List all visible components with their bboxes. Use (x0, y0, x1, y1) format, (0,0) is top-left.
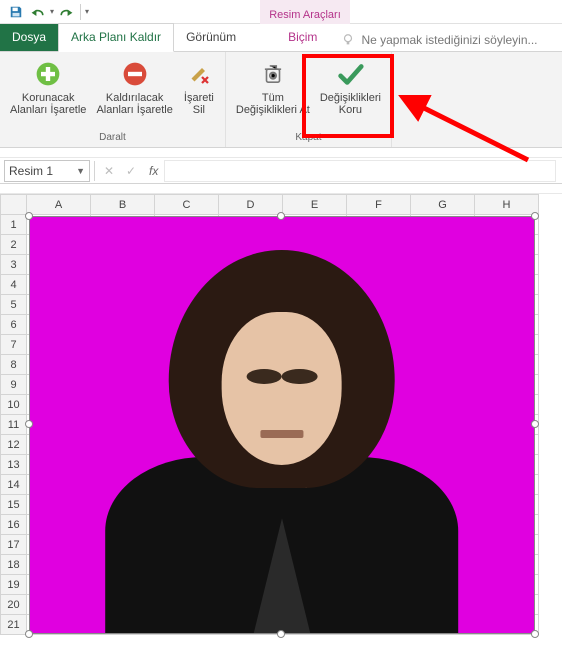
minus-circle-icon (119, 58, 151, 90)
ribbon-group-refine: Korunacak Alanları İşaretle Kaldırılacak… (0, 52, 226, 147)
button-label: Kaldırılacak Alanları İşaretle (96, 92, 172, 116)
row-header[interactable]: 15 (1, 495, 27, 515)
name-box[interactable]: Resim 1 ▼ (4, 160, 90, 182)
name-box-value: Resim 1 (9, 164, 53, 178)
formula-input[interactable] (164, 160, 556, 182)
row-header[interactable]: 8 (1, 355, 27, 375)
fx-icon[interactable]: fx (149, 164, 158, 178)
row-header[interactable]: 11 (1, 415, 27, 435)
select-all-corner[interactable] (1, 195, 27, 215)
row-header[interactable]: 13 (1, 455, 27, 475)
row-header[interactable]: 6 (1, 315, 27, 335)
checkmark-icon (334, 58, 366, 90)
row-header[interactable]: 5 (1, 295, 27, 315)
mark-areas-keep-button[interactable]: Korunacak Alanları İşaretle (6, 56, 90, 118)
formula-controls: ✕ ✓ fx (95, 164, 164, 178)
plus-circle-icon (32, 58, 64, 90)
row-header[interactable]: 17 (1, 535, 27, 555)
quick-access-toolbar: ▾ ▾ Resim Araçları (0, 0, 562, 24)
row-header[interactable]: 18 (1, 555, 27, 575)
resize-handle[interactable] (25, 630, 33, 638)
lightbulb-icon (341, 33, 355, 47)
ribbon-tabstrip: Dosya Arka Planı Kaldır Görünüm Biçim Ne… (0, 24, 562, 52)
resize-handle[interactable] (531, 212, 539, 220)
tab-file[interactable]: Dosya (0, 24, 58, 51)
enter-icon: ✓ (123, 164, 139, 178)
row-header[interactable]: 12 (1, 435, 27, 455)
keep-changes-button[interactable]: Değişiklikleri Koru (316, 56, 385, 118)
resize-handle[interactable] (531, 420, 539, 428)
row-header[interactable]: 1 (1, 215, 27, 235)
spacer (0, 148, 562, 158)
group-label: Daralt (99, 130, 126, 145)
row-header[interactable]: 9 (1, 375, 27, 395)
qat-customize-icon[interactable]: ▾ (85, 7, 89, 16)
tell-me-placeholder: Ne yapmak istediğinizi söyleyin... (361, 33, 537, 47)
ribbon: Korunacak Alanları İşaretle Kaldırılacak… (0, 52, 562, 148)
row-header[interactable]: 3 (1, 255, 27, 275)
row-header[interactable]: 4 (1, 275, 27, 295)
discard-changes-button[interactable]: Tüm Değişiklikleri At (232, 56, 314, 118)
chevron-down-icon[interactable]: ▼ (76, 166, 85, 176)
undo-icon[interactable] (28, 2, 48, 22)
undo-dropdown-icon[interactable]: ▾ (50, 7, 54, 16)
portrait-illustration (106, 250, 459, 633)
tab-remove-background[interactable]: Arka Planı Kaldır (58, 23, 174, 52)
formula-bar-row: Resim 1 ▼ ✕ ✓ fx (0, 158, 562, 184)
spacer (0, 184, 562, 194)
button-label: İşareti Sil (184, 92, 214, 116)
button-label: Korunacak Alanları İşaretle (10, 92, 86, 116)
resize-handle[interactable] (277, 212, 285, 220)
resize-handle[interactable] (277, 630, 285, 638)
group-label: Kapat (295, 130, 321, 145)
tell-me-box[interactable]: Ne yapmak istediğinizi söyleyin... (341, 29, 537, 51)
picture-background (30, 217, 534, 633)
row-header[interactable]: 21 (1, 615, 27, 635)
row-header[interactable]: 20 (1, 595, 27, 615)
tab-view[interactable]: Görünüm (174, 24, 248, 51)
resize-handle[interactable] (531, 630, 539, 638)
row-header[interactable]: 16 (1, 515, 27, 535)
cancel-icon: ✕ (101, 164, 117, 178)
col-header[interactable]: E (283, 195, 347, 215)
delete-mark-button[interactable]: İşareti Sil (179, 56, 219, 118)
row-header[interactable]: 7 (1, 335, 27, 355)
ribbon-group-close: Tüm Değişiklikleri At Değişiklikleri Kor… (226, 52, 392, 147)
button-label: Tüm Değişiklikleri At (236, 92, 310, 116)
col-header[interactable]: C (155, 195, 219, 215)
resize-handle[interactable] (25, 212, 33, 220)
col-header[interactable]: D (219, 195, 283, 215)
save-icon[interactable] (6, 2, 26, 22)
col-header[interactable]: G (411, 195, 475, 215)
inserted-picture[interactable] (29, 216, 535, 634)
row-header[interactable]: 10 (1, 395, 27, 415)
col-header[interactable]: H (475, 195, 539, 215)
row-header[interactable]: 14 (1, 475, 27, 495)
pencil-x-icon (183, 58, 215, 90)
tab-format[interactable]: Biçim (276, 24, 329, 51)
resize-handle[interactable] (25, 420, 33, 428)
row-header[interactable]: 19 (1, 575, 27, 595)
trash-icon (257, 58, 289, 90)
row-header[interactable]: 2 (1, 235, 27, 255)
mark-areas-remove-button[interactable]: Kaldırılacak Alanları İşaretle (92, 56, 176, 118)
col-header[interactable]: B (91, 195, 155, 215)
worksheet-grid-wrap: A B C D E F G H 123456789101112131415161… (0, 194, 562, 635)
col-header[interactable]: A (27, 195, 91, 215)
button-label: Değişiklikleri Koru (320, 92, 381, 116)
col-header[interactable]: F (347, 195, 411, 215)
redo-icon[interactable] (56, 2, 76, 22)
